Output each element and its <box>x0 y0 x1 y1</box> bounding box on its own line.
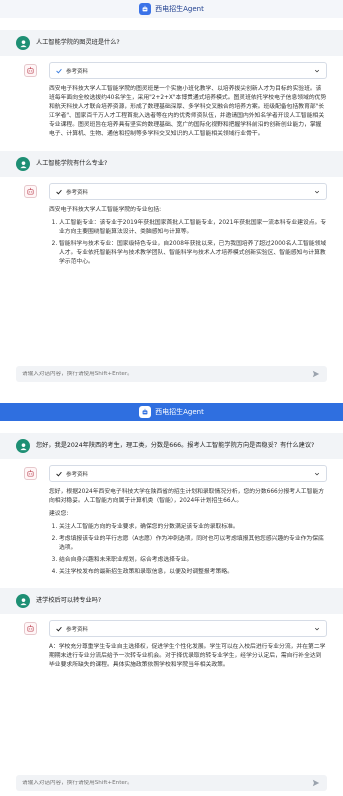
agent-avatar-icon <box>24 185 37 198</box>
list-item: 结合自身兴趣和未来职业规划，综合考虑选择专业。 <box>59 556 327 565</box>
reference-toggle[interactable]: 参考资料 <box>49 62 327 79</box>
top-bar: 西电招生Agent <box>0 0 343 18</box>
list-item: 关注学校发布的最新招生政策和录取信息，以便及时调整报考策略。 <box>59 568 327 577</box>
major-list: 人工智能专业：该专业于2019年获批国家首批人工智能专业，2021年获批国家一流… <box>49 219 327 267</box>
user-message: 人工智能学院的图灵班是什么? <box>0 30 343 56</box>
app-title: 西电招生Agent <box>155 408 204 416</box>
agent-message-text: 您好，根据2024年西安电子科技大学在陕西省的招生计划和录取情况分析，您的分数6… <box>49 488 327 577</box>
chat-input[interactable] <box>22 371 292 377</box>
user-avatar-icon <box>16 439 30 453</box>
reference-toggle[interactable]: 参考资料 <box>49 620 327 637</box>
agent-message-text: A：学校充分尊重学生专业自主选择权，促进学生个性化发展。学生可以在入校后进行专业… <box>49 643 327 670</box>
chat-input[interactable] <box>22 780 292 786</box>
chat-screen-first: 西电招生Agent 人工智能学院的图灵班是什么? 参考资料 西安电子科技大学人工… <box>0 0 343 392</box>
agent-message: 参考资料 西安电子科技大学人工智能学院的图灵班是一个实施小班化教学、以培养拔尖创… <box>0 56 343 151</box>
chevron-down-icon <box>314 627 320 630</box>
send-icon <box>312 779 320 787</box>
chat-input-bar <box>16 366 327 382</box>
list-item: 智能科学与技术专业：国家级特色专业，自2008年获批以来，已为我国培养了超过20… <box>59 240 327 267</box>
answer-paragraph: A：学校充分尊重学生专业自主选择权，促进学生个性化发展。学生可以在入校后进行专业… <box>49 644 326 668</box>
agent-message: 参考资料 A：学校充分尊重学生专业自主选择权，促进学生个性化发展。学生可以在入校… <box>0 614 343 682</box>
check-icon <box>56 471 62 476</box>
user-message: 您好，我是2024年陕西的考生，理工类，分数是666。报考人工智能学院方向是否稳… <box>0 433 343 459</box>
agent-avatar-icon <box>24 64 37 77</box>
user-message-text: 人工智能学院的图灵班是什么? <box>36 39 120 46</box>
chat-input-bar <box>16 775 327 791</box>
check-icon <box>56 189 62 194</box>
user-message-text: 人工智能学院有什么专业? <box>36 160 108 167</box>
list-item: 人工智能专业：该专业于2019年获批国家首批人工智能专业，2021年获批国家一流… <box>59 219 327 237</box>
agent-message-text: 西安电子科技大学人工智能学院的图灵班是一个实施小班化教学、以培养拔尖创新人才为目… <box>49 85 327 139</box>
reference-label: 参考资料 <box>66 626 89 633</box>
answer-intro: 西安电子科技大学人工智能学院的专业包括: <box>49 207 162 213</box>
agent-message: 参考资料 您好，根据2024年西安电子科技大学在陕西省的招生计划和录取情况分析，… <box>0 459 343 588</box>
list-item: 考虑填报该专业的平行志愿（A志愿）作为冲刺选项，同时也可以考虑填报其他您感兴趣的… <box>59 535 327 553</box>
robot-logo-icon <box>139 3 152 15</box>
chat-screen-second: 西电招生Agent 您好，我是2024年陕西的考生，理工类，分数是666。报考人… <box>0 403 343 796</box>
screen-divider <box>0 392 343 403</box>
top-bar: 西电招生Agent <box>0 403 343 421</box>
agent-message-text: 西安电子科技大学人工智能学院的专业包括: 人工智能专业：该专业于2019年获批国… <box>49 206 327 267</box>
chevron-down-icon <box>314 69 320 72</box>
advice-list: 关注人工智能方向的专业要求，确保您的分数满足该专业的录取标准。 考虑填报该专业的… <box>49 523 327 577</box>
check-icon <box>56 68 62 73</box>
user-message-text: 您好，我是2024年陕西的考生，理工类，分数是666。报考人工智能学院方向是否稳… <box>36 442 315 449</box>
send-icon <box>312 370 320 378</box>
send-button[interactable] <box>311 369 321 379</box>
agent-message: 参考资料 西安电子科技大学人工智能学院的专业包括: 人工智能专业：该专业于201… <box>0 177 343 278</box>
user-avatar-icon <box>16 157 30 171</box>
send-button[interactable] <box>311 778 321 788</box>
user-avatar-icon <box>16 594 30 608</box>
chevron-down-icon <box>314 190 320 193</box>
answer-paragraph: 您好，根据2024年西安电子科技大学在陕西省的招生计划和录取情况分析，您的分数6… <box>49 489 325 504</box>
reference-toggle[interactable]: 参考资料 <box>49 183 327 200</box>
chevron-down-icon <box>314 472 320 475</box>
reference-label: 参考资料 <box>66 189 89 196</box>
reference-label: 参考资料 <box>66 471 89 478</box>
reference-toggle[interactable]: 参考资料 <box>49 465 327 482</box>
check-icon <box>56 626 62 631</box>
user-message: 进学校后可以转专业吗? <box>0 588 343 614</box>
reference-label: 参考资料 <box>66 68 89 75</box>
app-title: 西电招生Agent <box>155 5 204 13</box>
agent-avatar-icon <box>24 622 37 635</box>
agent-avatar-icon <box>24 467 37 480</box>
user-message-text: 进学校后可以转专业吗? <box>36 597 102 604</box>
robot-logo-icon <box>139 406 152 418</box>
advice-title: 建议您: <box>49 511 69 517</box>
answer-paragraph: 西安电子科技大学人工智能学院的图灵班是一个实施小班化教学、以培养拔尖创新人才为目… <box>49 86 327 137</box>
user-message: 人工智能学院有什么专业? <box>0 151 343 177</box>
list-item: 关注人工智能方向的专业要求，确保您的分数满足该专业的录取标准。 <box>59 523 327 532</box>
user-avatar-icon <box>16 36 30 50</box>
